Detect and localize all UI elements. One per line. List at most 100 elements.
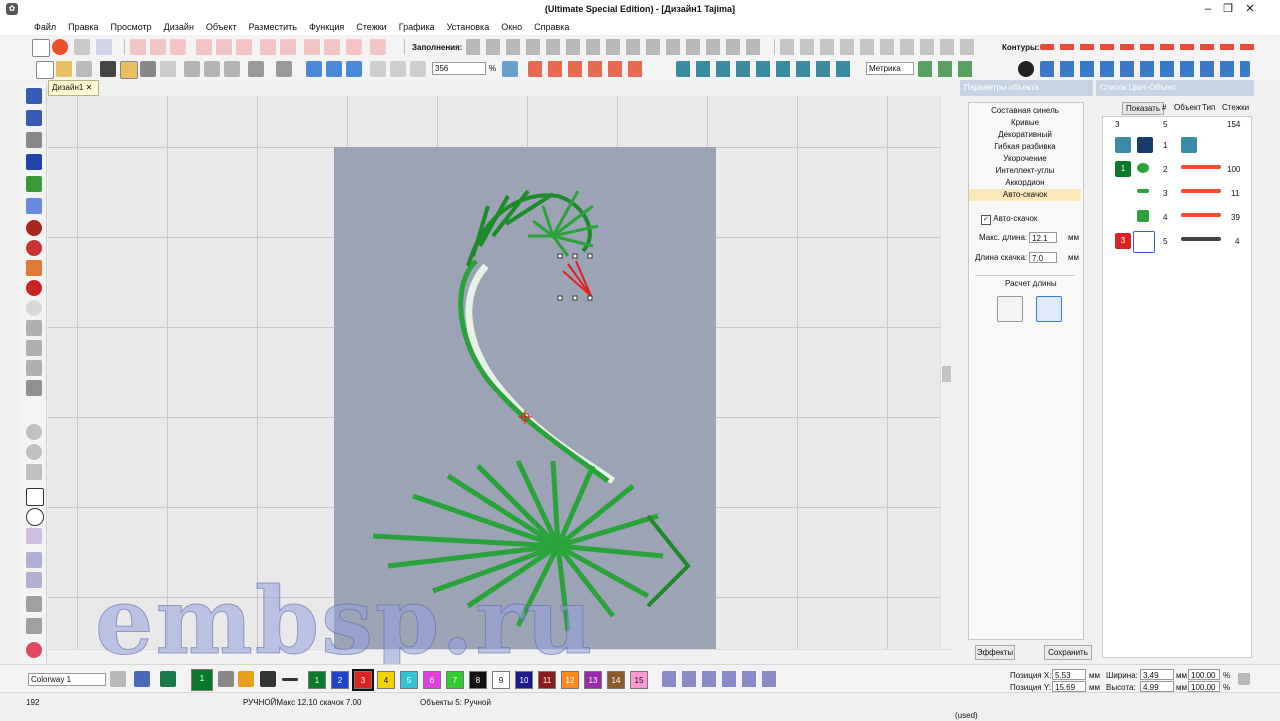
- color-swatch-7[interactable]: 7: [446, 671, 464, 689]
- list-item[interactable]: 1: [1103, 135, 1251, 155]
- color-swatch-5[interactable]: 5: [400, 671, 418, 689]
- save-button[interactable]: Сохранить: [1044, 645, 1092, 660]
- paint-bucket-icon[interactable]: [238, 671, 254, 687]
- cut-icon[interactable]: [184, 61, 200, 77]
- width-percent-field[interactable]: 100.00: [1188, 669, 1220, 680]
- effects-button[interactable]: Эффекты: [975, 645, 1015, 660]
- copy-icon[interactable]: [204, 61, 220, 77]
- remove-color-icon[interactable]: [282, 678, 298, 681]
- shape-6-icon[interactable]: [304, 39, 320, 55]
- trace-icon[interactable]: [26, 380, 42, 396]
- add-color-icon[interactable]: [260, 671, 276, 687]
- circle-tool-icon[interactable]: [26, 300, 42, 316]
- freehand-icon[interactable]: [26, 552, 42, 568]
- checkbox-icon[interactable]: ✓: [981, 215, 991, 225]
- contour-types-strip[interactable]: [1040, 44, 1260, 50]
- color-swatch-2[interactable]: 2: [331, 671, 349, 689]
- rectangle-tool-icon[interactable]: [26, 488, 44, 506]
- record-2-icon[interactable]: [26, 240, 42, 256]
- color-object-list[interactable]: 3 5 154 1 1 2 100 3 11 4 39 3 5 4: [1102, 116, 1252, 658]
- knife-icon[interactable]: [26, 132, 42, 148]
- shape-2-icon[interactable]: [216, 39, 232, 55]
- color-swatch-11[interactable]: 11: [538, 671, 556, 689]
- color-swatch-12[interactable]: 12: [561, 671, 579, 689]
- menu-edit[interactable]: Правка: [62, 19, 104, 35]
- close-button[interactable]: ✕: [1240, 2, 1260, 16]
- stitch-player-icon[interactable]: [26, 618, 42, 634]
- monogram-icon[interactable]: [26, 198, 42, 214]
- auto-jump-checkbox[interactable]: ✓ Авто-скачок: [981, 213, 1037, 225]
- balloon-icon[interactable]: [74, 39, 90, 55]
- menu-file[interactable]: Файл: [28, 19, 62, 35]
- circle-2-icon[interactable]: [26, 444, 42, 460]
- stamp-icon[interactable]: [26, 596, 42, 612]
- jump-length-field[interactable]: 7.0: [1029, 252, 1057, 263]
- menu-window[interactable]: Окно: [495, 19, 528, 35]
- calc-orthogonal-icon[interactable]: [1036, 296, 1062, 322]
- current-color-swatch[interactable]: 1: [191, 669, 213, 691]
- travel-4-icon[interactable]: [370, 61, 386, 77]
- color-swatch-10[interactable]: 10: [515, 671, 533, 689]
- redo-icon[interactable]: [276, 61, 292, 77]
- calc-diagonal-icon[interactable]: [997, 296, 1023, 322]
- menu-setup[interactable]: Установка: [441, 19, 496, 35]
- color-swatch-8[interactable]: 8: [469, 671, 487, 689]
- width-field[interactable]: 3.49: [1140, 669, 1174, 680]
- triangle-tool-icon[interactable]: [26, 464, 42, 480]
- effect-flexi-split[interactable]: Гибкая разбивка: [969, 141, 1081, 153]
- height-field[interactable]: 4.99: [1140, 681, 1174, 692]
- list-item[interactable]: 3 11: [1103, 183, 1251, 203]
- eyedropper-icon[interactable]: [218, 671, 234, 687]
- units-select[interactable]: Метрика: [866, 62, 914, 75]
- curve-icon[interactable]: [26, 572, 42, 588]
- menu-graphics[interactable]: Графика: [393, 19, 441, 35]
- travel-6-icon[interactable]: [410, 61, 426, 77]
- magnet-icon[interactable]: [26, 642, 42, 658]
- effect-compound-chenille[interactable]: Составная синель: [969, 105, 1081, 117]
- effect-curves[interactable]: Кривые: [969, 117, 1081, 129]
- close-tab-icon[interactable]: ✕: [86, 83, 93, 92]
- travel-2-icon[interactable]: [326, 61, 342, 77]
- palette-tools-strip[interactable]: [662, 671, 782, 687]
- folder-icon[interactable]: [76, 61, 92, 77]
- travel-1-icon[interactable]: [306, 61, 322, 77]
- digitize-icon[interactable]: [96, 39, 112, 55]
- minimize-button[interactable]: –: [1198, 2, 1218, 16]
- pencil-icon[interactable]: [26, 320, 42, 336]
- color-swatch-6[interactable]: 6: [423, 671, 441, 689]
- shape-8-icon[interactable]: [346, 39, 362, 55]
- shape-1-icon[interactable]: [196, 39, 212, 55]
- color-swatch-9[interactable]: 9: [492, 671, 510, 689]
- max-length-field[interactable]: 12.1: [1029, 232, 1057, 243]
- info-icon[interactable]: [1018, 61, 1034, 77]
- undo-icon[interactable]: [248, 61, 264, 77]
- circle-1-icon[interactable]: [26, 424, 42, 440]
- lettering-icon[interactable]: [26, 154, 42, 170]
- palette-icon[interactable]: [134, 671, 150, 687]
- shirt-icon[interactable]: [160, 671, 176, 687]
- color-swatch-3[interactable]: 3: [352, 669, 374, 691]
- zoom-box-icon[interactable]: [502, 61, 518, 77]
- menu-arrange[interactable]: Разместить: [243, 19, 303, 35]
- menu-object[interactable]: Объект: [200, 19, 243, 35]
- position-x-field[interactable]: 5.53: [1052, 669, 1086, 680]
- color-swatch-4[interactable]: 4: [377, 671, 395, 689]
- shape-7-icon[interactable]: [324, 39, 340, 55]
- restore-button[interactable]: ❐: [1218, 2, 1238, 16]
- color-swatch-14[interactable]: 14: [607, 671, 625, 689]
- home-icon[interactable]: [32, 39, 50, 57]
- lock-proportions-icon[interactable]: [1238, 673, 1250, 685]
- wilcom-logo-icon[interactable]: [52, 39, 68, 55]
- list-item[interactable]: 1 2 100: [1103, 159, 1251, 179]
- show-column-header[interactable]: Показать: [1122, 102, 1165, 115]
- print-preview-icon[interactable]: [160, 61, 176, 77]
- ellipse-tool-icon[interactable]: [26, 508, 44, 526]
- effect-auto-jump[interactable]: Авто-скачок: [969, 189, 1081, 201]
- colorway-select[interactable]: Colorway 1: [28, 673, 106, 686]
- effect-decorative[interactable]: Декоративный: [969, 129, 1081, 141]
- effect-shortening[interactable]: Укорочение: [969, 153, 1081, 165]
- shape-5-icon[interactable]: [280, 39, 296, 55]
- color-swatch-1[interactable]: 1: [308, 671, 326, 689]
- list-item[interactable]: 4 39: [1103, 207, 1251, 227]
- input-a-icon[interactable]: [130, 39, 146, 55]
